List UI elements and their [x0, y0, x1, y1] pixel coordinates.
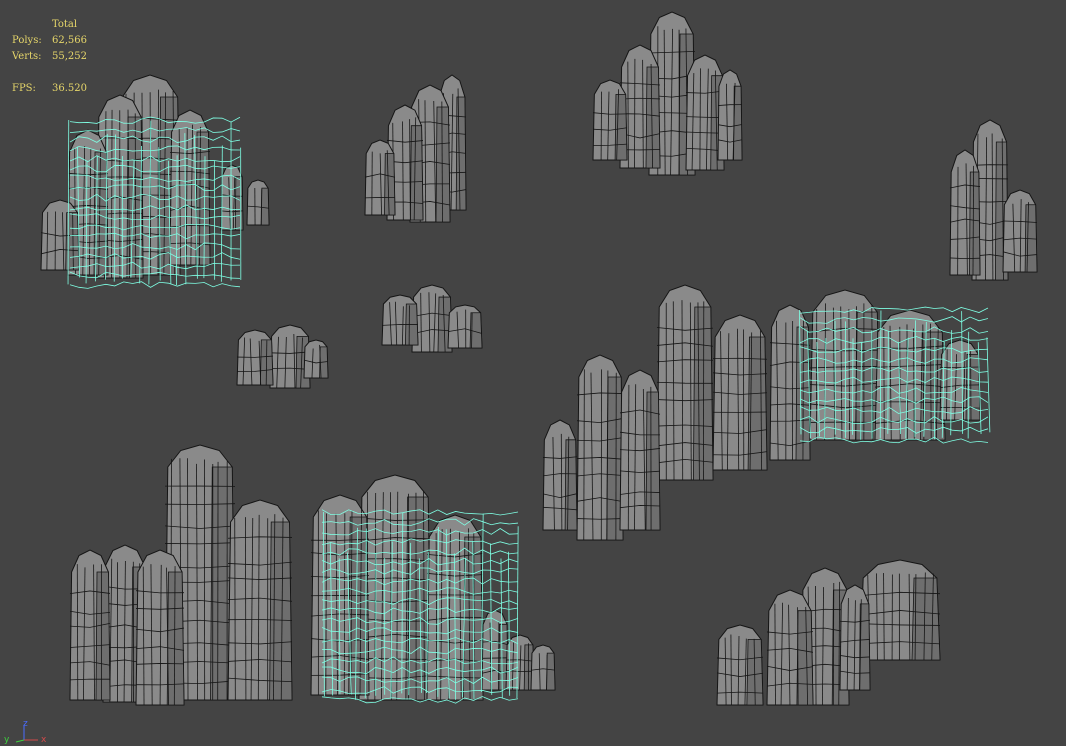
mesh-shade	[260, 187, 270, 226]
rock-cluster-top-left[interactable]	[40, 74, 270, 289]
selection-wire-edge	[69, 281, 241, 289]
polys-value: 62,566	[52, 35, 87, 46]
axis-z-label: z	[23, 719, 28, 729]
rock-cluster-bottom-right[interactable]	[716, 559, 941, 706]
rock-cluster-center-right[interactable]	[542, 284, 991, 541]
selection-wire-edge	[887, 331, 889, 434]
mesh-shade	[564, 439, 578, 531]
scene-canvas[interactable]	[0, 0, 1066, 746]
rock-spire-top-center[interactable]	[592, 11, 743, 176]
mesh-shade	[65, 212, 80, 271]
rock-cluster-bottom-left[interactable]	[69, 444, 556, 706]
mesh-shade	[269, 521, 293, 701]
mesh-edge	[111, 109, 113, 279]
rock-small-center[interactable]	[381, 284, 483, 353]
mesh-edge	[699, 68, 701, 171]
mesh-edge	[583, 369, 585, 541]
rock-spire-right[interactable]	[949, 119, 1038, 281]
selection-wire-edge	[437, 526, 439, 697]
mesh-shade	[645, 66, 661, 169]
mesh-shade	[969, 171, 981, 276]
mesh-edge	[157, 89, 159, 276]
stats-header: Total	[52, 19, 78, 30]
perspective-viewport[interactable]: Total Polys: 62,566 Verts: 55,252 FPS: 36.5…	[0, 0, 1066, 746]
mesh-edge	[797, 607, 799, 706]
mesh-edge	[627, 61, 629, 169]
mesh-shade	[166, 571, 185, 706]
selection-wire-edge	[986, 337, 991, 433]
mesh-shade	[911, 577, 941, 661]
mesh-edge	[481, 657, 509, 659]
mesh-shade	[409, 125, 424, 221]
mesh-edge	[774, 603, 776, 706]
mesh-edge	[730, 634, 732, 706]
selection-wire-edge	[220, 145, 223, 282]
verts-label: Verts:	[12, 51, 42, 62]
fps-value: 36.520	[52, 83, 87, 94]
mesh-shade	[796, 610, 814, 706]
rock-small-center-left[interactable]	[236, 324, 329, 389]
rock-spire-top-center-left[interactable]	[364, 74, 467, 223]
axis-x-label: x	[41, 735, 47, 744]
mesh-shade	[384, 153, 396, 216]
fps-label: FPS:	[12, 83, 36, 94]
mesh-shade	[546, 652, 556, 691]
polys-label: Polys:	[12, 35, 42, 46]
axis-y-line	[15, 739, 25, 743]
axis-y-label: y	[4, 735, 10, 744]
mesh-shade	[95, 571, 111, 701]
mesh-shade	[234, 176, 244, 231]
axis-gizmo-icon: z y x	[4, 719, 47, 744]
verts-value: 55,252	[52, 51, 87, 62]
